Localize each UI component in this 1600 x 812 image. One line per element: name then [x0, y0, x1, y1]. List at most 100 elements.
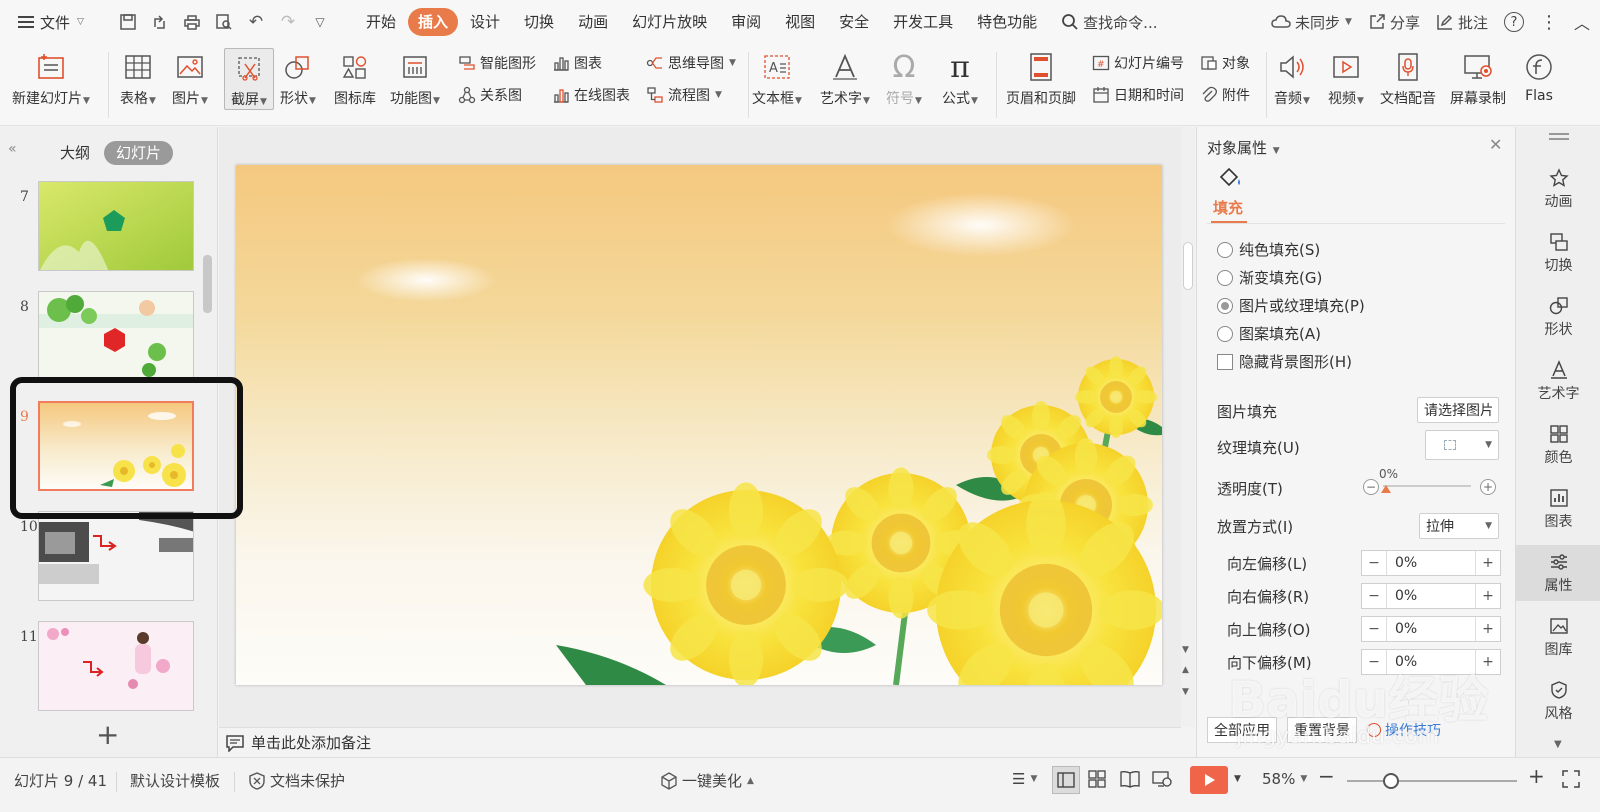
- slide-thumbnail[interactable]: [38, 291, 194, 381]
- tab-slides[interactable]: 幻灯片: [104, 141, 174, 165]
- sidebar-item-gallery[interactable]: 图库: [1516, 615, 1600, 659]
- relation-chart-button[interactable]: 关系图: [458, 84, 522, 106]
- sidebar-item-shape[interactable]: 形状: [1516, 295, 1600, 339]
- zoom-level-dropdown[interactable]: 58% ▼: [1262, 770, 1307, 788]
- tab-design[interactable]: 设计: [458, 8, 512, 36]
- gradient-fill-option[interactable]: 渐变填充(G): [1217, 267, 1322, 288]
- offset-left-stepper[interactable]: −0% +: [1361, 550, 1501, 576]
- tab-home[interactable]: 开始: [354, 8, 408, 36]
- placement-dropdown[interactable]: 拉伸 ▼: [1419, 513, 1499, 539]
- new-slide-button[interactable]: 新建幻灯片▼: [12, 50, 90, 108]
- online-chart-button[interactable]: 在线图表: [552, 84, 630, 106]
- sidebar-item-chart[interactable]: 图表: [1516, 487, 1600, 531]
- tab-insert[interactable]: 插入: [408, 8, 459, 36]
- more-options-icon[interactable]: ⋮: [1540, 12, 1558, 33]
- tab-developer[interactable]: 开发工具: [881, 8, 965, 36]
- paint-bucket-icon[interactable]: [1217, 165, 1243, 191]
- canvas-vertical-scrollbar[interactable]: ▼ ▲ ▼: [1181, 127, 1195, 727]
- screen-record-button[interactable]: 屏幕录制: [1450, 50, 1506, 108]
- close-icon[interactable]: ✕: [1489, 135, 1502, 154]
- play-options-icon[interactable]: ▼: [1234, 774, 1241, 784]
- flowchart-button[interactable]: 流程图 ▼: [646, 84, 722, 106]
- table-button[interactable]: 表格▼: [120, 50, 156, 108]
- redo-icon[interactable]: ↷: [274, 8, 302, 36]
- video-button[interactable]: 视频▼: [1328, 50, 1364, 108]
- symbol-button[interactable]: Ω 符号▼: [886, 50, 922, 108]
- date-time-button[interactable]: 日期和时间: [1092, 84, 1184, 106]
- next-slide-icon[interactable]: ▼: [1182, 687, 1189, 697]
- chart-button[interactable]: 图表: [552, 52, 602, 74]
- audio-button[interactable]: 音频▼: [1274, 50, 1310, 108]
- customize-toolbar-icon[interactable]: ▽: [306, 8, 334, 36]
- tab-animation[interactable]: 动画: [566, 8, 620, 36]
- notes-toggle-icon[interactable]: ☰ ▼: [1012, 770, 1037, 788]
- print-icon[interactable]: [178, 8, 206, 36]
- document-protection-status[interactable]: 文档未保护: [248, 770, 345, 791]
- share-button[interactable]: 分享: [1368, 12, 1420, 33]
- offset-right-stepper[interactable]: −0% +: [1361, 583, 1501, 609]
- export-icon[interactable]: [146, 8, 174, 36]
- normal-view-button[interactable]: [1052, 766, 1080, 794]
- sidebar-item-style[interactable]: 风格: [1516, 679, 1600, 723]
- transparency-decrease-button[interactable]: −: [1363, 479, 1379, 495]
- offset-top-stepper[interactable]: −0% +: [1361, 616, 1501, 642]
- sidebar-expand-icon[interactable]: ▼: [1554, 739, 1562, 750]
- zoom-out-button[interactable]: −: [1318, 764, 1335, 788]
- design-template-status[interactable]: 默认设计模板: [130, 770, 220, 791]
- art-text-button[interactable]: 艺术字▼: [820, 50, 870, 108]
- notes-bar[interactable]: 单击此处添加备注: [219, 727, 1181, 757]
- hide-background-checkbox[interactable]: 隐藏背景图形(H): [1217, 351, 1352, 372]
- tab-security[interactable]: 安全: [827, 8, 881, 36]
- slide-thumbnail[interactable]: [38, 511, 194, 601]
- scroll-thumb[interactable]: [1183, 242, 1193, 290]
- screenshot-button[interactable]: 截屏▼: [224, 48, 274, 110]
- slide-number-button[interactable]: # 幻灯片编号: [1092, 52, 1184, 74]
- doc-dubbing-button[interactable]: 文档配音: [1380, 50, 1436, 108]
- slide-sorter-button[interactable]: [1088, 770, 1106, 788]
- texture-fill-dropdown[interactable]: ▼: [1425, 430, 1499, 460]
- object-button[interactable]: 对象: [1200, 52, 1250, 74]
- collapse-ribbon-icon[interactable]: ︿: [1574, 10, 1590, 34]
- picture-texture-fill-option[interactable]: 图片或纹理填充(P): [1217, 295, 1365, 316]
- sidebar-item-animation[interactable]: 动画: [1516, 167, 1600, 211]
- function-chart-button[interactable]: 功能图▼: [390, 50, 440, 108]
- sync-button[interactable]: 未同步 ▼: [1271, 12, 1352, 33]
- header-footer-button[interactable]: 页眉和页脚: [1006, 50, 1076, 108]
- textbox-button[interactable]: A 文本框▼: [752, 50, 802, 108]
- transparency-slider-thumb[interactable]: [1381, 485, 1391, 493]
- scroll-down-icon[interactable]: ▼: [1182, 645, 1189, 655]
- tab-review[interactable]: 审阅: [719, 8, 773, 36]
- slide-thumbnail-item[interactable]: 11: [0, 621, 210, 713]
- attachment-button[interactable]: 附件: [1200, 84, 1250, 106]
- file-menu-button[interactable]: 文件 ▽: [18, 12, 104, 33]
- collapse-panel-icon[interactable]: «: [8, 141, 17, 157]
- slide-thumbnail[interactable]: [38, 181, 194, 271]
- slide-thumbnail-item[interactable]: 8: [0, 291, 210, 383]
- slide-thumbnail[interactable]: [38, 621, 194, 711]
- fit-window-button[interactable]: [1562, 770, 1580, 788]
- sidebar-item-color[interactable]: 颜色: [1516, 423, 1600, 467]
- transparency-increase-button[interactable]: +: [1480, 479, 1496, 495]
- command-search[interactable]: 查找命令...: [1061, 12, 1157, 33]
- slide-thumbnail-item[interactable]: 7: [0, 181, 210, 273]
- tab-transition[interactable]: 切换: [512, 8, 566, 36]
- properties-title[interactable]: 对象属性 ▼: [1207, 137, 1280, 158]
- sidebar-item-properties[interactable]: 属性: [1516, 545, 1600, 601]
- tab-features[interactable]: 特色功能: [965, 8, 1049, 36]
- prev-slide-icon[interactable]: ▲: [1182, 665, 1189, 675]
- choose-picture-button[interactable]: 请选择图片: [1417, 397, 1499, 423]
- print-preview-icon[interactable]: [210, 8, 238, 36]
- current-slide[interactable]: [236, 165, 1162, 685]
- tab-view[interactable]: 视图: [773, 8, 827, 36]
- zoom-slider-thumb[interactable]: [1383, 773, 1399, 789]
- picture-button[interactable]: 图片▼: [172, 50, 208, 108]
- one-click-beautify-button[interactable]: 一键美化 ▲: [660, 770, 754, 791]
- mindmap-button[interactable]: 思维导图 ▼: [646, 52, 736, 74]
- add-slide-button[interactable]: +: [96, 721, 119, 749]
- tab-fill[interactable]: 填充: [1213, 197, 1243, 218]
- slide-thumbnail-item[interactable]: 10: [0, 511, 210, 603]
- reading-view-button[interactable]: [1120, 770, 1140, 788]
- sidebar-item-art-text[interactable]: 艺术字: [1516, 359, 1600, 403]
- icon-library-button[interactable]: 图标库: [334, 50, 376, 108]
- smart-shape-button[interactable]: 智能图形: [458, 52, 536, 74]
